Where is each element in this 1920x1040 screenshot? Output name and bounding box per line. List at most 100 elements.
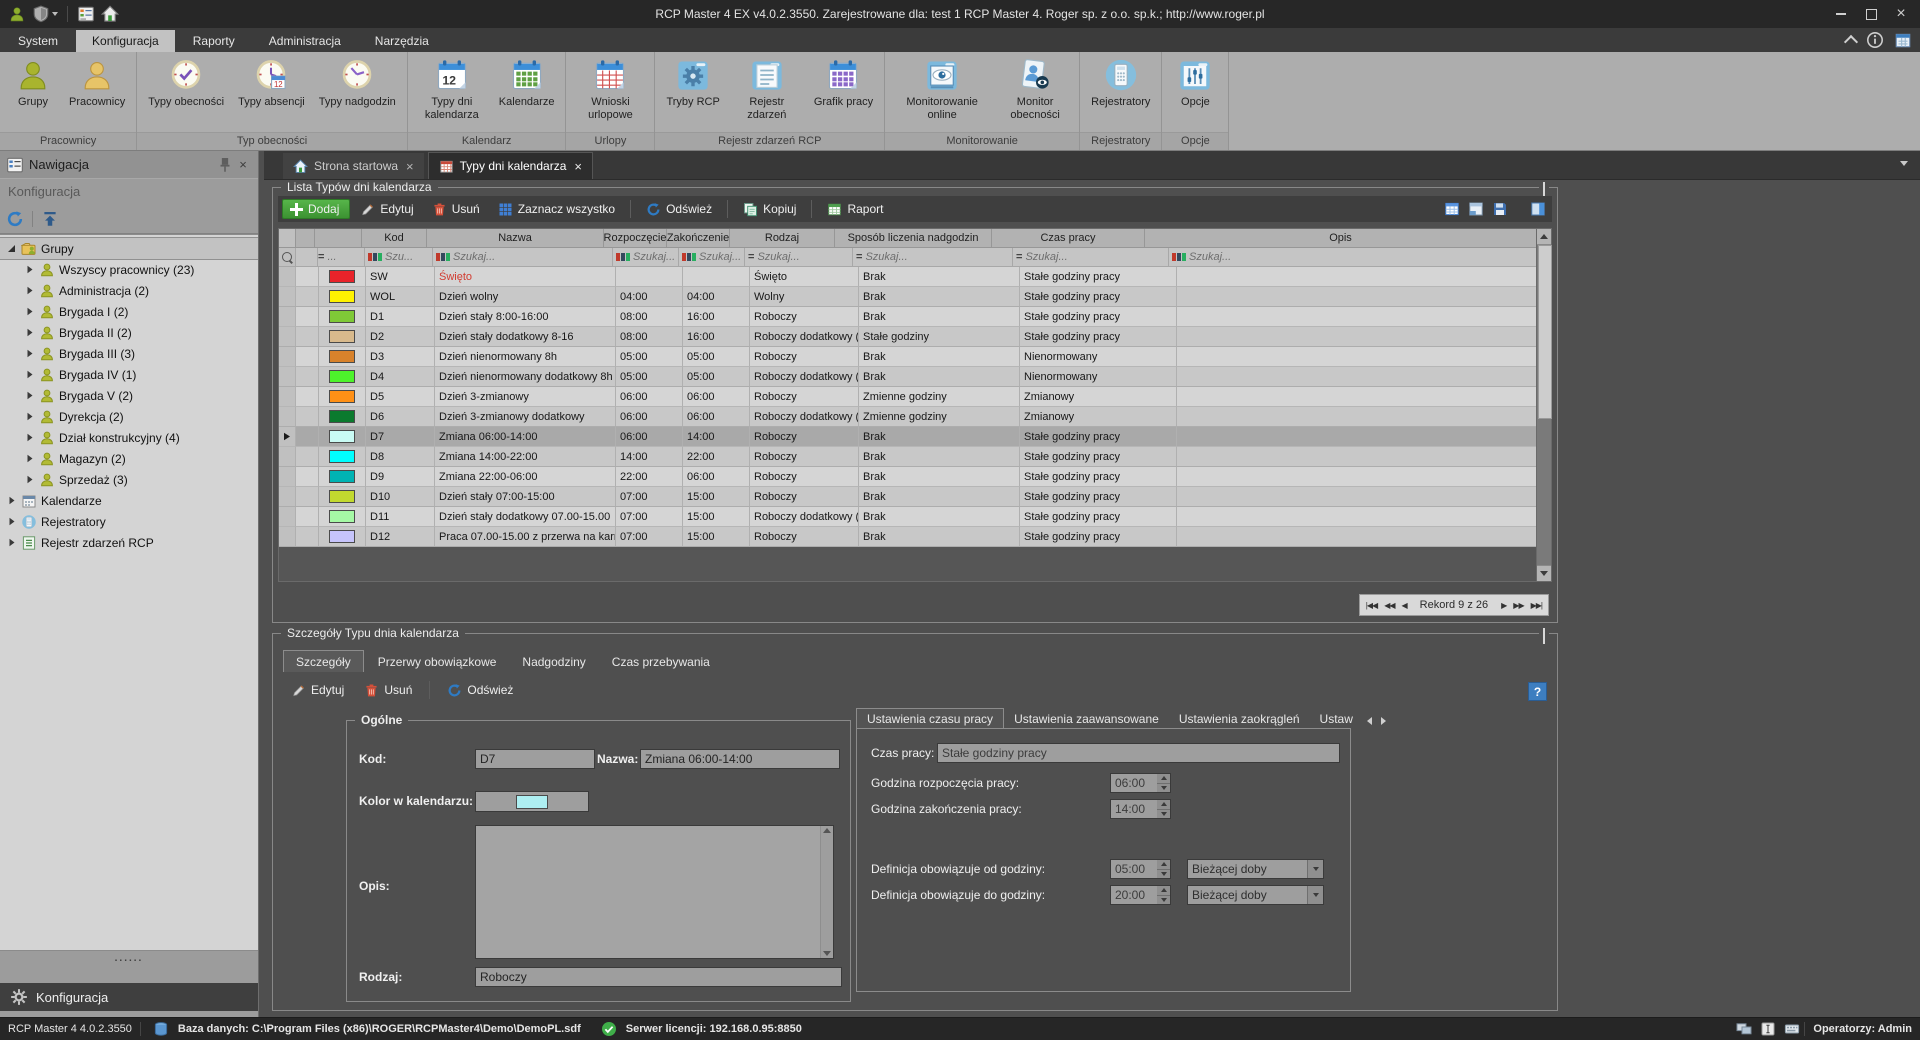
column-header-rozpoczecie[interactable]: Rozpoczęcie xyxy=(604,229,667,248)
cell-rodzaj[interactable]: Roboczy xyxy=(750,447,859,467)
table-row[interactable]: D6Dzień 3-zmianowy dodatkowy06:0006:00Ro… xyxy=(279,407,1536,427)
tree-item-rejestr-zdarzeń-rcp[interactable]: Rejestr zdarzeń RCP xyxy=(0,532,258,553)
textarea-scrollbar[interactable] xyxy=(820,826,833,958)
cell-zakonczenie[interactable]: 15:00 xyxy=(683,487,750,507)
color-cell[interactable] xyxy=(319,527,366,547)
cell-opis[interactable] xyxy=(1177,527,1536,547)
table-row[interactable]: D3Dzień nienormowany 8h05:0005:00Roboczy… xyxy=(279,347,1536,367)
cell-zakonczenie[interactable]: 16:00 xyxy=(683,307,750,327)
column-header-czas-pracy[interactable]: Czas pracy xyxy=(992,229,1145,248)
cell-rozpoczecie[interactable]: 07:00 xyxy=(616,507,683,527)
tab-scroll-right-icon[interactable] xyxy=(1377,713,1391,729)
first-record-button[interactable]: |◀◀ xyxy=(1366,601,1377,610)
tab-nadgodziny[interactable]: Nadgodziny xyxy=(510,651,597,672)
cell-rozpoczecie[interactable] xyxy=(616,267,683,287)
cell-zakonczenie[interactable]: 06:00 xyxy=(683,387,750,407)
cell-kod[interactable]: WOL xyxy=(366,287,435,307)
keyboard-grid-icon[interactable] xyxy=(1784,1021,1800,1037)
cell-zakonczenie[interactable]: 15:00 xyxy=(683,507,750,527)
color-cell[interactable] xyxy=(319,307,366,327)
cell-rozpoczecie[interactable]: 07:00 xyxy=(616,487,683,507)
opis-textarea[interactable] xyxy=(475,825,834,959)
cell-rozpoczecie[interactable]: 05:00 xyxy=(616,347,683,367)
cell-sposob[interactable]: Brak xyxy=(859,287,1020,307)
cell-nazwa[interactable]: Dzień 3-zmianowy dodatkowy xyxy=(435,407,616,427)
table-row[interactable]: WOLDzień wolny04:0004:00WolnyBrakStałe g… xyxy=(279,287,1536,307)
cell-sposob[interactable]: Zmienne godziny xyxy=(859,387,1020,407)
table-row[interactable]: D5Dzień 3-zmianowy06:0006:00RoboczyZmien… xyxy=(279,387,1536,407)
definicja-od-field[interactable]: 05:00 xyxy=(1110,859,1161,879)
close-tab-icon[interactable]: × xyxy=(574,159,582,174)
chevron-down-icon[interactable] xyxy=(1307,860,1323,878)
cell-sposob[interactable]: Brak xyxy=(859,467,1020,487)
save-icon[interactable] xyxy=(1492,201,1508,217)
cell-opis[interactable] xyxy=(1177,467,1536,487)
tree-item-brygada-v-2[interactable]: Brygada V (2) xyxy=(0,385,258,406)
cell-opis[interactable] xyxy=(1177,347,1536,367)
menu-tab-system[interactable]: System xyxy=(2,30,74,52)
tree-item-brygada-iii-3[interactable]: Brygada III (3) xyxy=(0,343,258,364)
security-menu-button[interactable] xyxy=(32,5,58,23)
cell-czas-pracy[interactable]: Zmianowy xyxy=(1020,387,1177,407)
cell-zakonczenie[interactable]: 16:00 xyxy=(683,327,750,347)
tree-item-administracja-2[interactable]: Administracja (2) xyxy=(0,280,258,301)
spinner-buttons[interactable] xyxy=(1157,885,1171,905)
cell-sposob[interactable]: Brak xyxy=(859,527,1020,547)
ribbon-button-grupy[interactable]: Grupy xyxy=(4,56,62,109)
table-row[interactable]: D8Zmiana 14:00-22:0014:0022:00RoboczyBra… xyxy=(279,447,1536,467)
cell-czas-pracy[interactable]: Stałe godziny pracy xyxy=(1020,307,1177,327)
collapsed-arrow-icon[interactable] xyxy=(24,328,35,337)
tree-item-grupy[interactable]: Grupy xyxy=(0,238,258,259)
cell-rozpoczecie[interactable]: 06:00 xyxy=(616,427,683,447)
tab-czas-przebywania[interactable]: Czas przebywania xyxy=(600,651,722,672)
cell-rozpoczecie[interactable]: 14:00 xyxy=(616,447,683,467)
cell-rodzaj[interactable]: Roboczy xyxy=(750,527,859,547)
table-row[interactable]: SWŚwiętoŚwiętoBrakStałe godziny pracy xyxy=(279,267,1536,287)
cell-kod[interactable]: D4 xyxy=(366,367,435,387)
nazwa-field[interactable]: Zmiana 06:00-14:00 xyxy=(640,749,840,769)
collapsed-arrow-icon[interactable] xyxy=(6,517,17,526)
tab-szczegoly[interactable]: Szczegóły xyxy=(283,650,364,672)
color-picker-field[interactable] xyxy=(475,791,589,812)
copy-button[interactable]: Kopiuj xyxy=(735,200,804,219)
filter-kod[interactable]: Szu... xyxy=(365,248,433,267)
collapse-section-icon[interactable] xyxy=(1539,630,1549,644)
cell-rozpoczecie[interactable]: 04:00 xyxy=(616,287,683,307)
edit-button[interactable]: Edytuj xyxy=(352,200,421,219)
menu-tab-administracja[interactable]: Administracja xyxy=(253,30,357,52)
column-header-zakonczenie[interactable]: Zakończenie xyxy=(667,229,730,248)
collapsed-arrow-icon[interactable] xyxy=(24,391,35,400)
select-all-button[interactable]: Zaznacz wszystko xyxy=(490,200,623,219)
color-cell[interactable] xyxy=(319,287,366,307)
cell-nazwa[interactable]: Dzień stały 07:00-15:00 xyxy=(435,487,616,507)
filter-rodzaj[interactable]: =Szukaj... xyxy=(745,248,853,267)
spinner-buttons[interactable] xyxy=(1157,773,1171,793)
layout-icon[interactable] xyxy=(1468,201,1484,217)
column-header-rodzaj[interactable]: Rodzaj xyxy=(730,229,835,248)
ribbon-button-kalendarze[interactable]: Kalendarze xyxy=(492,56,562,109)
column-header-sposob[interactable]: Sposób liczenia nadgodzin xyxy=(835,229,992,248)
cell-nazwa[interactable]: Dzień 3-zmianowy xyxy=(435,387,616,407)
cell-nazwa[interactable]: Dzień stały dodatkowy 8-16 xyxy=(435,327,616,347)
collapsed-arrow-icon[interactable] xyxy=(24,265,35,274)
prev-page-button[interactable]: ◀◀ xyxy=(1384,601,1394,610)
filter-opis[interactable]: Szukaj... xyxy=(1169,248,1536,267)
abc-filter-icon[interactable] xyxy=(1172,253,1186,261)
ribbon-button-rejestratory[interactable]: Rejestratory xyxy=(1084,56,1157,109)
tab-typy-dni-kalendarza[interactable]: Typy dni kalendarza × xyxy=(428,152,593,179)
chevron-down-icon[interactable] xyxy=(1307,886,1323,904)
rodzaj-field[interactable]: Roboczy xyxy=(475,967,842,987)
refresh-icon[interactable] xyxy=(6,210,24,228)
cell-sposob[interactable]: Brak xyxy=(859,427,1020,447)
czas-pracy-field[interactable]: Stałe godziny pracy xyxy=(937,743,1340,763)
table-view-icon[interactable] xyxy=(1444,201,1460,217)
calendar-mini-icon[interactable] xyxy=(1894,31,1912,49)
abc-filter-icon[interactable] xyxy=(368,253,382,261)
tree-item-brygada-ii-2[interactable]: Brygada II (2) xyxy=(0,322,258,343)
column-header-opis[interactable]: Opis xyxy=(1145,229,1536,248)
cell-zakonczenie[interactable]: 22:00 xyxy=(683,447,750,467)
expanded-arrow-icon[interactable] xyxy=(6,244,17,253)
cell-opis[interactable] xyxy=(1177,307,1536,327)
report-button[interactable]: Raport xyxy=(819,200,891,219)
cell-zakonczenie[interactable]: 05:00 xyxy=(683,347,750,367)
